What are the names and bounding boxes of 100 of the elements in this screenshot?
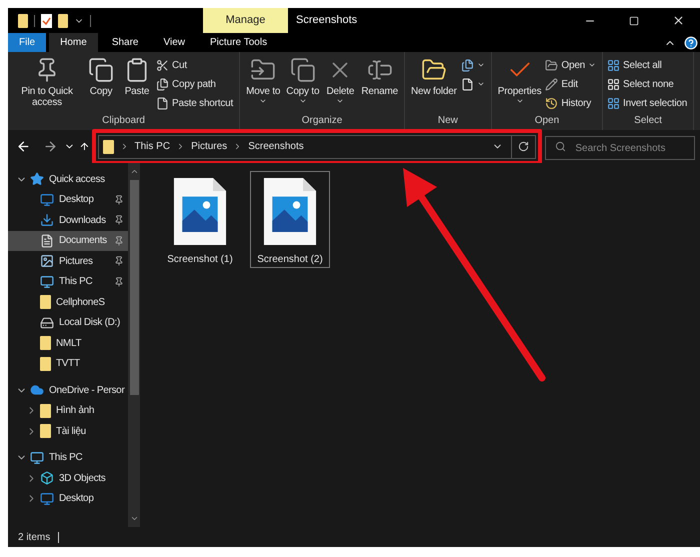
ribbon-button[interactable]: Delete (323, 55, 358, 113)
breadcrumb-item[interactable]: This PC (134, 139, 170, 154)
scrollbar-thumb[interactable] (130, 180, 138, 395)
file-item[interactable]: Screenshot (1) (160, 171, 240, 268)
ribbon-group-label: Select (633, 114, 663, 128)
nav-item-label: Desktop (59, 193, 95, 208)
refresh-icon[interactable] (518, 141, 530, 152)
scissors-icon (156, 58, 169, 72)
folder-icon (40, 424, 51, 438)
ribbon-small-button[interactable]: Select all (607, 56, 690, 74)
scrollbar[interactable] (128, 163, 140, 527)
search-field[interactable]: Search Screenshots (545, 136, 695, 160)
pc-icon (40, 274, 54, 289)
history-icon (545, 96, 558, 110)
document-icon (460, 78, 474, 90)
context-tab-header: Manage (203, 8, 288, 33)
nav-item[interactable]: 3D Objects (8, 468, 128, 488)
nav-item[interactable]: NMLT (8, 333, 128, 354)
ribbon-group-label: Open (534, 114, 560, 128)
forward-icon[interactable] (42, 139, 58, 154)
nav-item[interactable]: Hình ảnh (8, 400, 128, 421)
item-count: 2 items (18, 530, 50, 544)
ribbon-small-button[interactable]: Invert selection (607, 94, 690, 112)
ribbon-small-button[interactable]: Select none (607, 75, 690, 93)
breadcrumb-item[interactable]: Pictures (191, 139, 228, 154)
folder-icon[interactable] (58, 14, 68, 28)
nav-item-label: Pictures (59, 254, 94, 269)
ribbon-tab[interactable]: Home (49, 33, 98, 52)
ribbon-button[interactable]: Copy to (284, 55, 322, 113)
file-name: Screenshot (2) (257, 253, 323, 267)
properties-icon[interactable] (41, 14, 52, 28)
window-title: Screenshots (296, 13, 358, 28)
ribbon-button[interactable]: Paste (120, 55, 154, 113)
nav-item-label: Hình ảnh (56, 404, 96, 418)
ribbon-small-button[interactable]: Edit (545, 75, 598, 93)
folder-icon (102, 140, 114, 154)
folder-icon (545, 58, 558, 72)
file-item[interactable]: Screenshot (2) (250, 171, 330, 268)
copy-icon (290, 57, 316, 83)
ribbon-small-button[interactable]: History (545, 94, 598, 112)
nav-item-label: This PC (59, 275, 94, 290)
nav-item[interactable]: Quick access (8, 169, 128, 190)
star-icon (30, 172, 44, 186)
pencil-icon (545, 78, 558, 90)
nav-item[interactable]: Desktop (8, 190, 128, 210)
nav-item[interactable]: CellphoneS (8, 292, 128, 312)
ribbon-button[interactable]: Copy (84, 55, 118, 113)
nav-item[interactable]: OneDrive - Persor (8, 380, 128, 400)
nav-item-label: Documents (59, 234, 108, 248)
ribbon-tab[interactable]: Picture Tools (199, 33, 278, 52)
maximize-icon[interactable] (629, 16, 639, 26)
nav-item[interactable]: This PC (8, 272, 128, 292)
image-file-icon (172, 178, 228, 245)
ribbon-tab[interactable]: File (8, 33, 46, 52)
breadcrumb-item[interactable]: Screenshots (248, 139, 304, 154)
nav-item[interactable]: TVTT (8, 354, 128, 374)
nav-item[interactable]: Tài liệu (8, 421, 128, 442)
pictures-icon (40, 254, 54, 268)
nav-item-label: Desktop (59, 492, 95, 506)
nav-item[interactable]: Desktop (8, 488, 128, 509)
ribbon-small-button[interactable]: Copy path (156, 75, 236, 93)
ribbon-button[interactable]: Rename (359, 55, 400, 113)
folder-icon[interactable] (18, 14, 28, 28)
scroll-up-icon[interactable] (130, 167, 138, 176)
nav-item[interactable]: Local Disk (D:) (8, 312, 128, 333)
scroll-down-icon[interactable] (130, 514, 138, 523)
nav-item[interactable]: This PC (8, 448, 128, 468)
nav-item-label: TVTT (56, 357, 81, 372)
up-icon[interactable] (78, 141, 90, 152)
ribbon-button[interactable]: Pin to Quick access (12, 55, 82, 113)
ribbon-small-button[interactable]: Open (545, 56, 598, 74)
nav-item-label: This PC (49, 451, 84, 466)
download-icon (40, 213, 54, 228)
document-icon (156, 96, 169, 110)
help-icon[interactable] (684, 36, 698, 50)
ribbon-group-label: New (436, 114, 459, 128)
pc-icon (30, 450, 44, 465)
close-icon[interactable] (672, 14, 684, 27)
nav-item[interactable]: Documents (8, 230, 128, 251)
ribbon-button[interactable]: Move to (244, 55, 282, 113)
file-name: Screenshot (1) (167, 253, 233, 267)
address-field[interactable]: This PC Pictures Screenshots (98, 134, 536, 158)
ribbon-small-button[interactable]: Cut (156, 56, 236, 74)
ribbon-button[interactable]: New folder (408, 55, 459, 113)
ribbon-button[interactable]: Properties (496, 55, 544, 113)
nav-item-label: Quick access (49, 172, 106, 187)
nav-item[interactable]: Pictures (8, 251, 128, 272)
back-icon[interactable] (16, 139, 31, 154)
ribbon-tab[interactable]: Share (100, 33, 150, 52)
document-icon (40, 234, 54, 248)
ribbon-small-button[interactable]: Paste shortcut (156, 94, 236, 112)
search-icon (555, 140, 566, 152)
nav-item-label: OneDrive - Persor (49, 384, 124, 398)
ribbon-tab[interactable]: View (152, 33, 196, 52)
image-file-icon (262, 178, 318, 245)
nav-item-label: Tài liệu (56, 424, 87, 439)
grid-icon (607, 96, 620, 110)
folder-icon (40, 356, 51, 371)
nav-item[interactable]: Downloads (8, 210, 128, 230)
desktop-icon (40, 492, 54, 506)
